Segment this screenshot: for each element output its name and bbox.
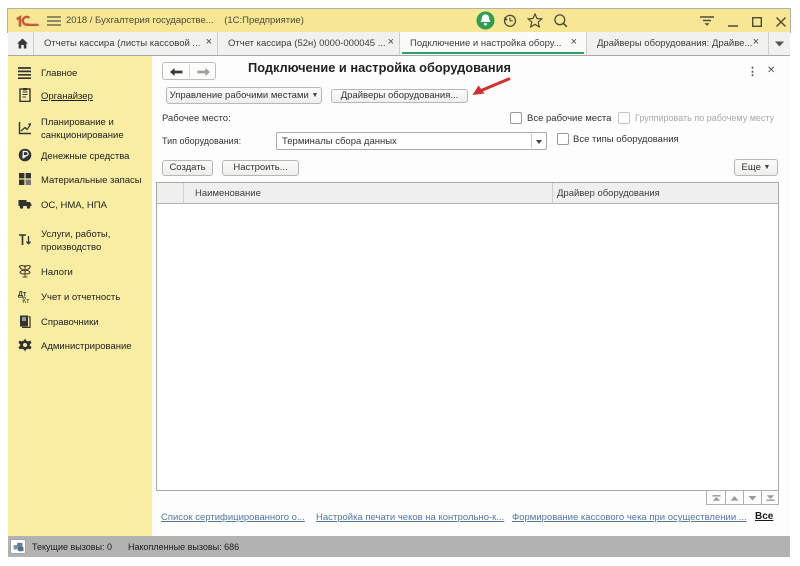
svg-text:Кт: Кт bbox=[22, 298, 30, 303]
